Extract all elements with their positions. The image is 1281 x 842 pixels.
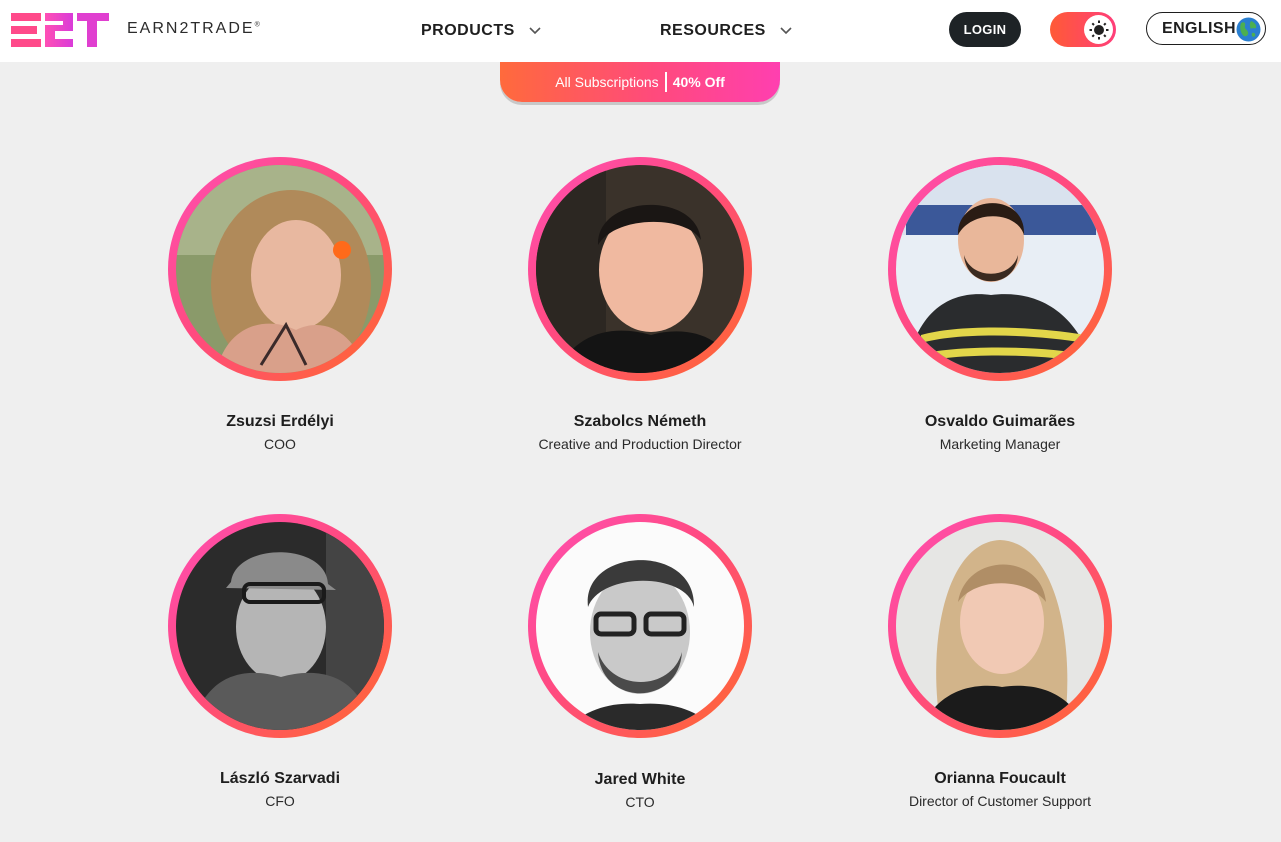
language-label: ENGLISH — [1162, 19, 1236, 37]
nav-resources-label: RESOURCES — [660, 22, 766, 39]
team-member-photo-ring — [888, 157, 1112, 381]
login-button[interactable]: LOGIN — [949, 12, 1021, 47]
sun-icon — [1089, 20, 1108, 39]
nav-resources[interactable]: RESOURCES — [660, 19, 792, 43]
team-member-name: Orianna Foucault — [934, 770, 1066, 787]
top-navigation-bar: EARN2TRADE® PRODUCTS RESOURCES LOGIN ENG… — [0, 0, 1281, 62]
team-member-photo — [896, 165, 1104, 373]
team-member-photo — [536, 522, 744, 730]
team-member-photo — [896, 522, 1104, 730]
team-member-role: COO — [264, 436, 296, 452]
brand-name[interactable]: EARN2TRADE® — [127, 20, 260, 38]
globe-icon — [1236, 17, 1261, 42]
theme-toggle-knob — [1084, 15, 1113, 44]
team-member-role: Director of Customer Support — [908, 793, 1092, 809]
team-member-name: Jared White — [594, 771, 686, 788]
language-selector[interactable]: ENGLISH — [1146, 12, 1266, 45]
theme-toggle[interactable] — [1050, 12, 1116, 47]
team-member-photo-ring — [168, 514, 392, 738]
team-member-photo-ring — [528, 514, 752, 738]
team-member-photo-ring — [888, 514, 1112, 738]
promo-divider — [664, 72, 667, 92]
team-member-name: László Szarvadi — [219, 770, 341, 787]
brand-name-text: EARN2TRADE — [127, 20, 255, 37]
team-member-role: CTO — [625, 794, 655, 810]
promo-text: All Subscriptions — [555, 74, 659, 90]
promo-discount: 40% Off — [672, 74, 725, 90]
team-member-photo-ring — [528, 157, 752, 381]
team-member-photo — [176, 165, 384, 373]
nav-products[interactable]: PRODUCTS — [421, 19, 541, 43]
team-member-role: CFO — [265, 793, 295, 809]
team-member-role: Marketing Manager — [939, 436, 1061, 452]
team-member-name: Szabolcs Németh — [573, 413, 707, 430]
chevron-down-icon — [529, 27, 541, 35]
nav-products-label: PRODUCTS — [421, 22, 515, 39]
e2t-logo-icon[interactable] — [11, 12, 111, 48]
team-member-name: Zsuzsi Erdélyi — [226, 413, 334, 430]
team-member-photo-ring — [168, 157, 392, 381]
team-member-photo — [176, 522, 384, 730]
team-member-photo — [536, 165, 744, 373]
team-member-name: Osvaldo Guimarães — [924, 413, 1076, 430]
chevron-down-icon — [780, 27, 792, 35]
team-member-role: Creative and Production Director — [538, 436, 742, 452]
